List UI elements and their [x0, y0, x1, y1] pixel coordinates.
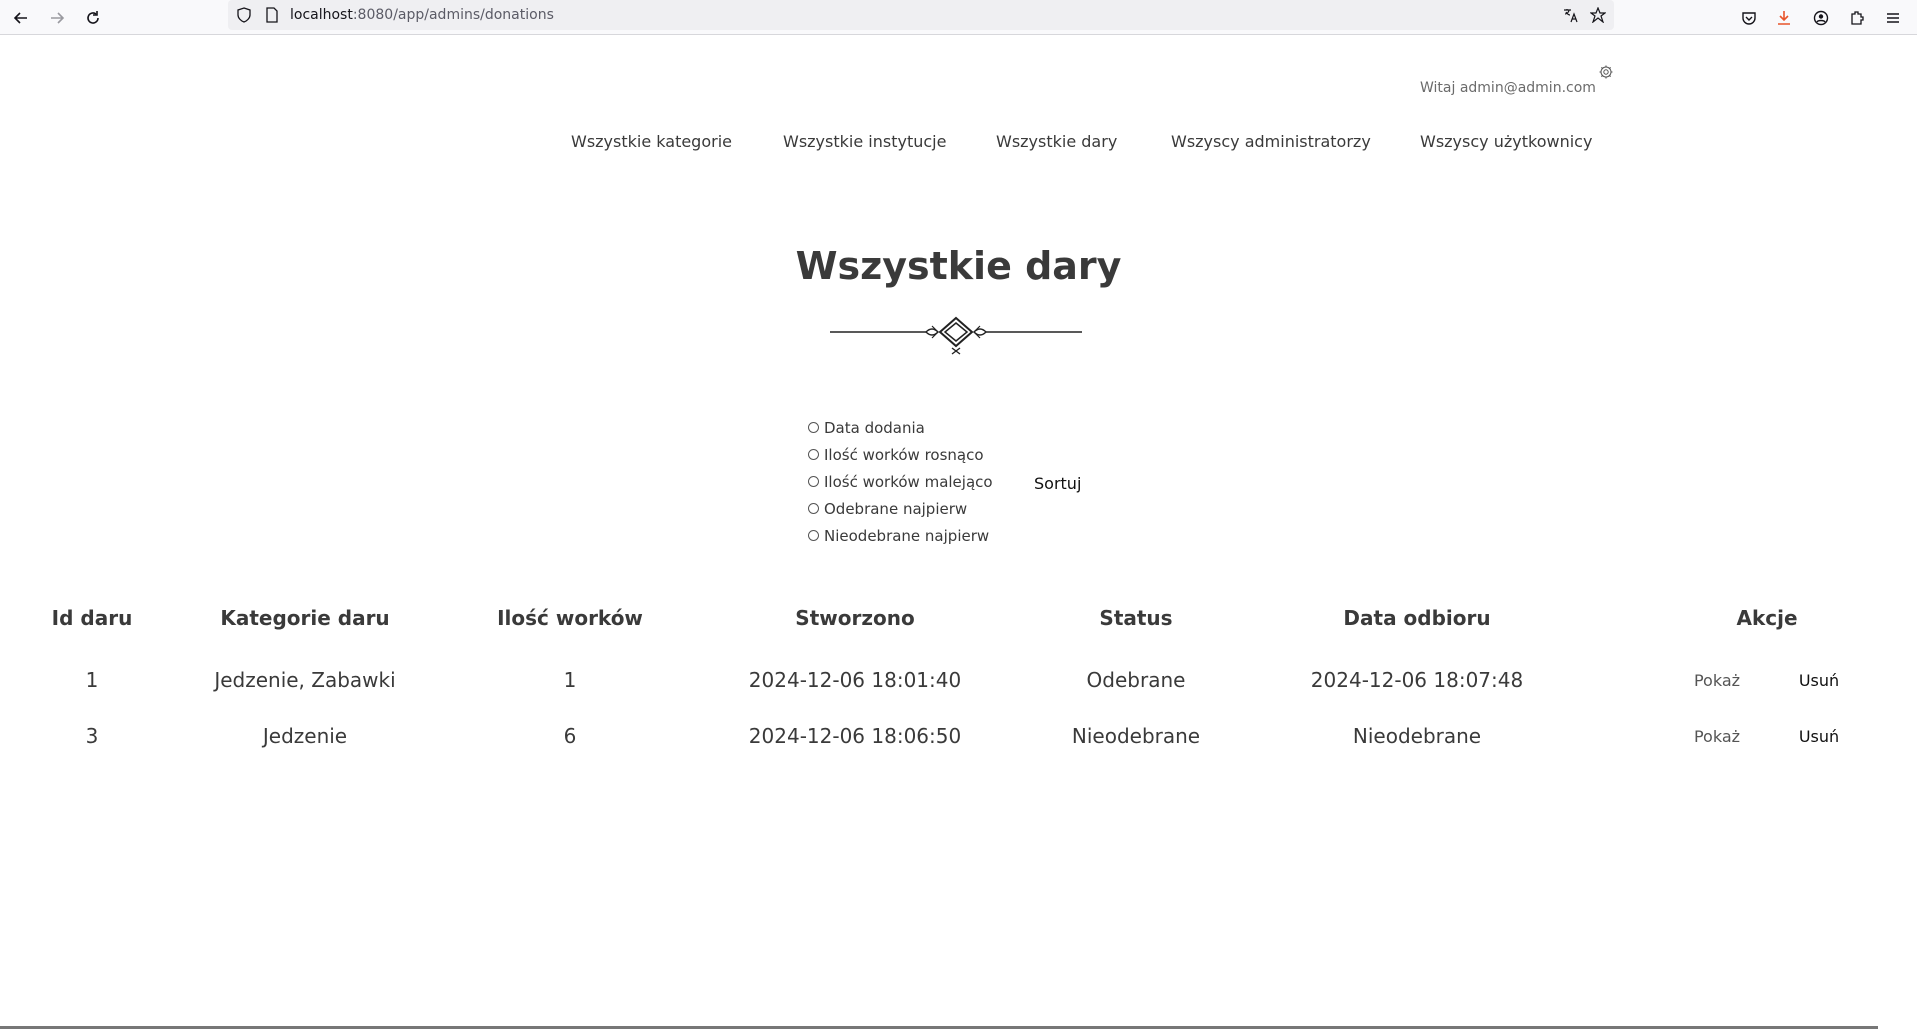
cell-bags: 1: [563, 668, 577, 692]
divider: [0, 1026, 1878, 1029]
back-arrow-icon[interactable]: [9, 6, 33, 30]
pocket-icon[interactable]: [1737, 6, 1761, 30]
column-header-created: Stworzono: [795, 606, 915, 630]
delete-button[interactable]: Usuń: [1799, 727, 1839, 746]
delete-button[interactable]: Usuń: [1799, 671, 1839, 690]
cell-bags: 6: [563, 724, 577, 748]
cell-status: Odebrane: [1086, 668, 1186, 692]
url-text[interactable]: localhost:8080/app/admins/donations: [290, 7, 554, 23]
cell-pickup-date: Nieodebrane: [1352, 724, 1482, 748]
nav-item-donations[interactable]: Wszystkie dary: [996, 132, 1117, 151]
download-icon[interactable]: [1772, 6, 1796, 30]
url-bar[interactable]: localhost:8080/app/admins/donations: [228, 0, 1614, 30]
sort-option-label: Ilość worków rosnąco: [824, 445, 984, 464]
account-icon[interactable]: [1809, 6, 1833, 30]
column-header-status: Status: [1099, 606, 1173, 630]
radio-button[interactable]: [808, 503, 819, 514]
nav-item-users[interactable]: Wszyscy użytkownicy: [1420, 132, 1592, 151]
browser-toolbar: localhost:8080/app/admins/donations: [0, 0, 1917, 35]
decoration-ornament-icon: [830, 316, 1082, 355]
sort-form: Data dodania Ilość worków rosnąco Ilość …: [808, 414, 993, 549]
sort-option-collected-first[interactable]: Odebrane najpierw: [808, 495, 993, 522]
cell-created: 2024-12-06 18:06:50: [748, 724, 962, 748]
page-icon: [266, 7, 278, 23]
sort-option-label: Nieodebrane najpierw: [824, 526, 990, 545]
cell-categories: Jedzenie: [262, 724, 348, 748]
sort-option-date-added[interactable]: Data dodania: [808, 414, 993, 441]
nav-item-categories[interactable]: Wszystkie kategorie: [571, 132, 732, 151]
extensions-icon[interactable]: [1845, 6, 1869, 30]
url-path: :8080/app/admins/donations: [352, 7, 554, 23]
url-host: localhost: [290, 7, 353, 23]
column-header-id: Id daru: [51, 606, 133, 630]
bookmark-star-icon[interactable]: [1590, 7, 1606, 23]
column-header-bags: Ilość worków: [497, 606, 643, 630]
sort-option-bags-asc[interactable]: Ilość worków rosnąco: [808, 441, 993, 468]
show-button[interactable]: Pokaż: [1694, 671, 1740, 690]
cell-created: 2024-12-06 18:01:40: [748, 668, 962, 692]
gear-icon[interactable]: [1598, 64, 1614, 80]
cell-id: 3: [85, 724, 99, 748]
translate-icon[interactable]: [1562, 7, 1578, 23]
sort-option-label: Data dodania: [824, 418, 925, 437]
nav-item-institutions[interactable]: Wszystkie instytucje: [783, 132, 946, 151]
sort-button[interactable]: Sortuj: [1034, 474, 1081, 493]
greeting-text: Witaj admin@admin.com: [1420, 80, 1596, 96]
column-header-actions: Akcje: [1736, 606, 1798, 630]
show-button[interactable]: Pokaż: [1694, 727, 1740, 746]
sort-option-label: Ilość worków malejąco: [824, 472, 993, 491]
cell-categories: Jedzenie, Zabawki: [214, 668, 396, 692]
radio-button[interactable]: [808, 422, 819, 433]
cell-status: Nieodebrane: [1071, 724, 1201, 748]
radio-button[interactable]: [808, 476, 819, 487]
cell-id: 1: [85, 668, 99, 692]
menu-icon[interactable]: [1881, 6, 1905, 30]
shield-icon[interactable]: [236, 7, 252, 23]
sort-option-uncollected-first[interactable]: Nieodebrane najpierw: [808, 522, 993, 549]
reload-icon[interactable]: [81, 6, 105, 30]
sort-option-bags-desc[interactable]: Ilość worków malejąco: [808, 468, 993, 495]
main-nav: Wszystkie kategorie Wszystkie instytucje…: [0, 132, 1917, 156]
nav-item-admins[interactable]: Wszyscy administratorzy: [1171, 132, 1371, 151]
radio-button[interactable]: [808, 449, 819, 460]
column-header-pickup-date: Data odbioru: [1343, 606, 1491, 630]
forward-arrow-icon[interactable]: [45, 6, 69, 30]
radio-button[interactable]: [808, 530, 819, 541]
sort-option-label: Odebrane najpierw: [824, 499, 968, 518]
column-header-categories: Kategorie daru: [220, 606, 390, 630]
page-title: Wszystkie dary: [795, 244, 1122, 288]
cell-pickup-date: 2024-12-06 18:07:48: [1310, 668, 1524, 692]
